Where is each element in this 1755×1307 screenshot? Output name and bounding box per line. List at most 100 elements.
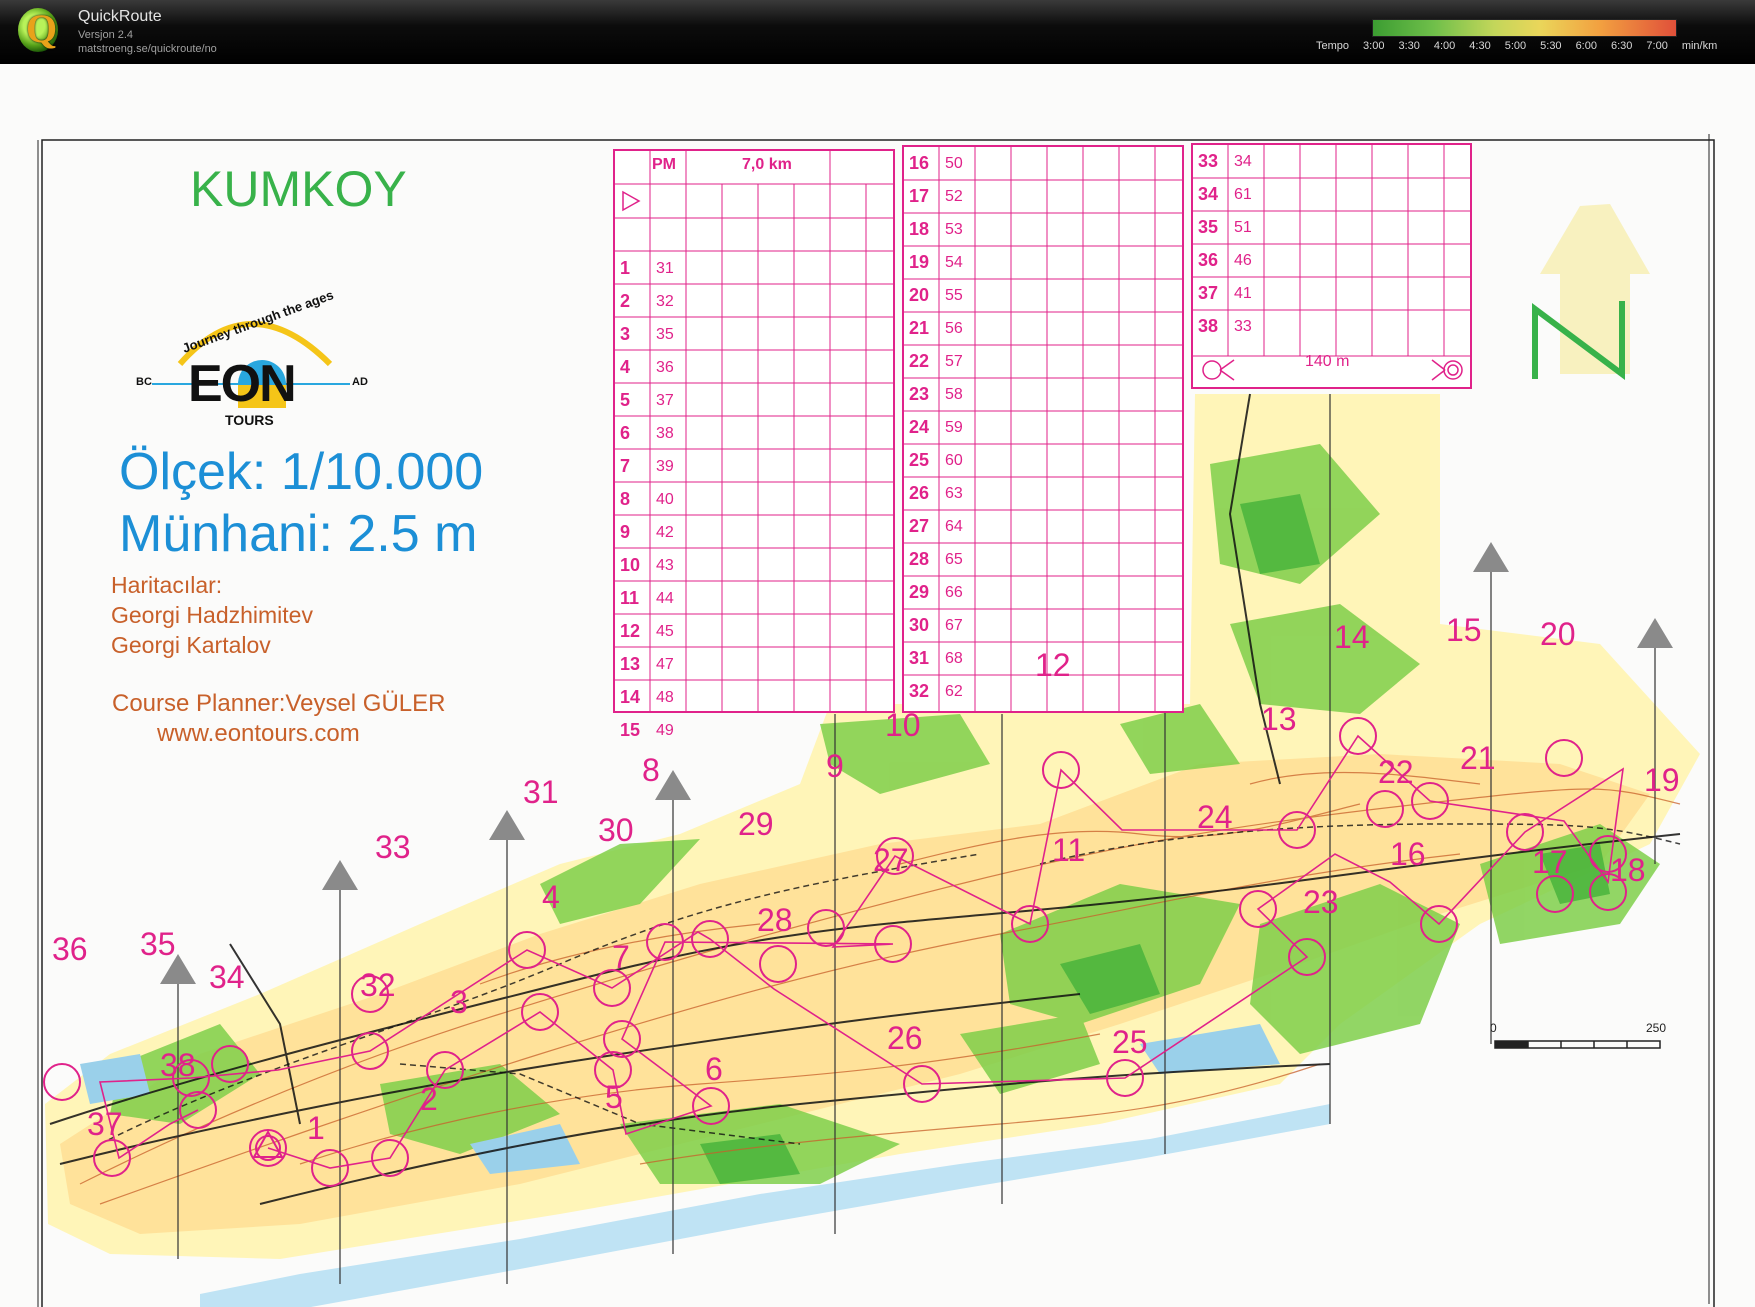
description-control-order: 25 <box>909 450 930 470</box>
description-control-code: 53 <box>945 221 963 238</box>
description-control-code: 45 <box>656 623 674 640</box>
description-control-order: 20 <box>909 285 930 305</box>
control-number: 15 <box>1446 612 1482 648</box>
control-number: 3 <box>450 984 468 1020</box>
tempo-tick: 6:30 <box>1610 40 1633 52</box>
description-control-code: 50 <box>945 155 963 172</box>
control-number: 38 <box>160 1047 196 1083</box>
description-control-order: 26 <box>909 483 930 503</box>
description-control-code: 62 <box>945 683 963 700</box>
tempo-tick: 3:30 <box>1398 40 1420 52</box>
description-control-code: 65 <box>945 551 963 568</box>
tempo-label: Tempo <box>1316 40 1350 52</box>
course-class: PM <box>652 156 676 173</box>
description-control-order: 38 <box>1198 316 1219 336</box>
website: www.eontours.com <box>157 720 360 747</box>
control-number: 36 <box>52 931 88 967</box>
description-control-order: 30 <box>909 615 930 635</box>
tempo-tick: 6:00 <box>1575 40 1597 52</box>
control-number: 27 <box>873 842 909 878</box>
description-control-order: 9 <box>620 522 631 542</box>
tempo-tick: 3:00 <box>1363 40 1385 52</box>
control-number: 16 <box>1390 836 1426 872</box>
description-control-order: 17 <box>909 186 930 206</box>
description-control-code: 40 <box>656 491 674 508</box>
control-number: 24 <box>1197 799 1233 835</box>
description-control-code: 49 <box>656 722 674 739</box>
control-number: 10 <box>885 707 921 743</box>
tempo-unit: min/km <box>1681 40 1718 52</box>
tempo-tick: 5:30 <box>1540 40 1562 52</box>
app-version: Versjon 2.4 <box>78 29 134 41</box>
description-control-order: 7 <box>620 456 631 476</box>
description-control-code: 41 <box>1234 285 1252 302</box>
description-control-code: 34 <box>1234 153 1252 170</box>
description-control-code: 63 <box>945 485 963 502</box>
course-length: 7,0 km <box>742 156 792 173</box>
logo-word: EON <box>188 355 297 413</box>
tempo-tick: 7:00 <box>1646 40 1668 52</box>
control-number: 31 <box>523 774 559 810</box>
description-control-order: 37 <box>1198 283 1219 303</box>
scalebar-end: 250 <box>1646 1021 1667 1035</box>
tempo-legend: Tempo 3:00 3:30 4:00 4:30 5:00 5:30 6:00… <box>1316 40 1717 54</box>
control-number: 35 <box>140 926 176 962</box>
control-number: 1 <box>307 1110 325 1146</box>
description-control-code: 61 <box>1234 186 1252 203</box>
description-control-order: 16 <box>909 153 930 173</box>
description-control-code: 66 <box>945 584 963 601</box>
control-number: 21 <box>1460 740 1496 776</box>
description-control-order: 24 <box>909 417 930 437</box>
tempo-color-scale <box>1372 19 1677 37</box>
description-control-order: 32 <box>909 681 930 701</box>
description-control-order: 15 <box>620 720 641 740</box>
map-scale: Ölçek: 1/10.000 <box>119 443 484 501</box>
quickroute-logo-letter: Q <box>26 6 58 51</box>
description-control-order: 29 <box>909 582 930 602</box>
description-control-code: 64 <box>945 518 963 535</box>
map-artwork <box>37 134 1715 1307</box>
control-number: 26 <box>887 1020 923 1056</box>
description-control-code: 36 <box>656 359 674 376</box>
description-control-code: 43 <box>656 557 674 574</box>
orienteering-map[interactable]: PM 7,0 km 140 m 1 31 2 32 3 35 4 36 5 37 6 38 7 39 8 40… <box>0 64 1755 1307</box>
control-number: 22 <box>1378 754 1414 790</box>
scalebar-start: 0 <box>1490 1021 1497 1035</box>
logo-ad: AD <box>352 376 368 388</box>
control-number: 8 <box>642 752 660 788</box>
control-number: 7 <box>612 939 630 975</box>
control-number: 28 <box>757 902 793 938</box>
control-number: 19 <box>1644 762 1680 798</box>
control-number: 18 <box>1610 852 1646 888</box>
description-control-order: 23 <box>909 384 930 404</box>
description-control-code: 68 <box>945 650 963 667</box>
description-control-order: 11 <box>620 588 640 608</box>
control-number: 30 <box>598 812 634 848</box>
description-control-code: 59 <box>945 419 963 436</box>
description-control-order: 27 <box>909 516 930 536</box>
control-number: 33 <box>375 829 411 865</box>
description-control-order: 19 <box>909 252 930 272</box>
control-number: 17 <box>1532 844 1568 880</box>
tempo-tick: 4:00 <box>1433 40 1456 52</box>
description-control-order: 10 <box>620 555 641 575</box>
control-number: 12 <box>1035 647 1071 683</box>
course-planner: Course Planner:Veysel GÜLER <box>112 690 446 717</box>
description-control-code: 57 <box>945 353 963 370</box>
description-control-code: 47 <box>656 656 674 673</box>
control-number: 20 <box>1540 616 1576 652</box>
app-name: QuickRoute <box>78 8 162 25</box>
tempo-tick: 4:30 <box>1469 40 1491 52</box>
description-control-order: 14 <box>620 687 641 707</box>
description-control-order: 2 <box>620 291 631 311</box>
description-control-code: 33 <box>1234 318 1252 335</box>
description-control-order: 5 <box>620 390 631 410</box>
description-control-order: 36 <box>1198 250 1219 270</box>
description-control-code: 52 <box>945 188 963 205</box>
description-control-code: 32 <box>656 293 674 310</box>
description-control-order: 33 <box>1198 151 1219 171</box>
tempo-tick: 5:00 <box>1504 40 1527 52</box>
control-number: 9 <box>826 748 844 784</box>
description-control-order: 22 <box>909 351 930 371</box>
description-control-order: 28 <box>909 549 930 569</box>
